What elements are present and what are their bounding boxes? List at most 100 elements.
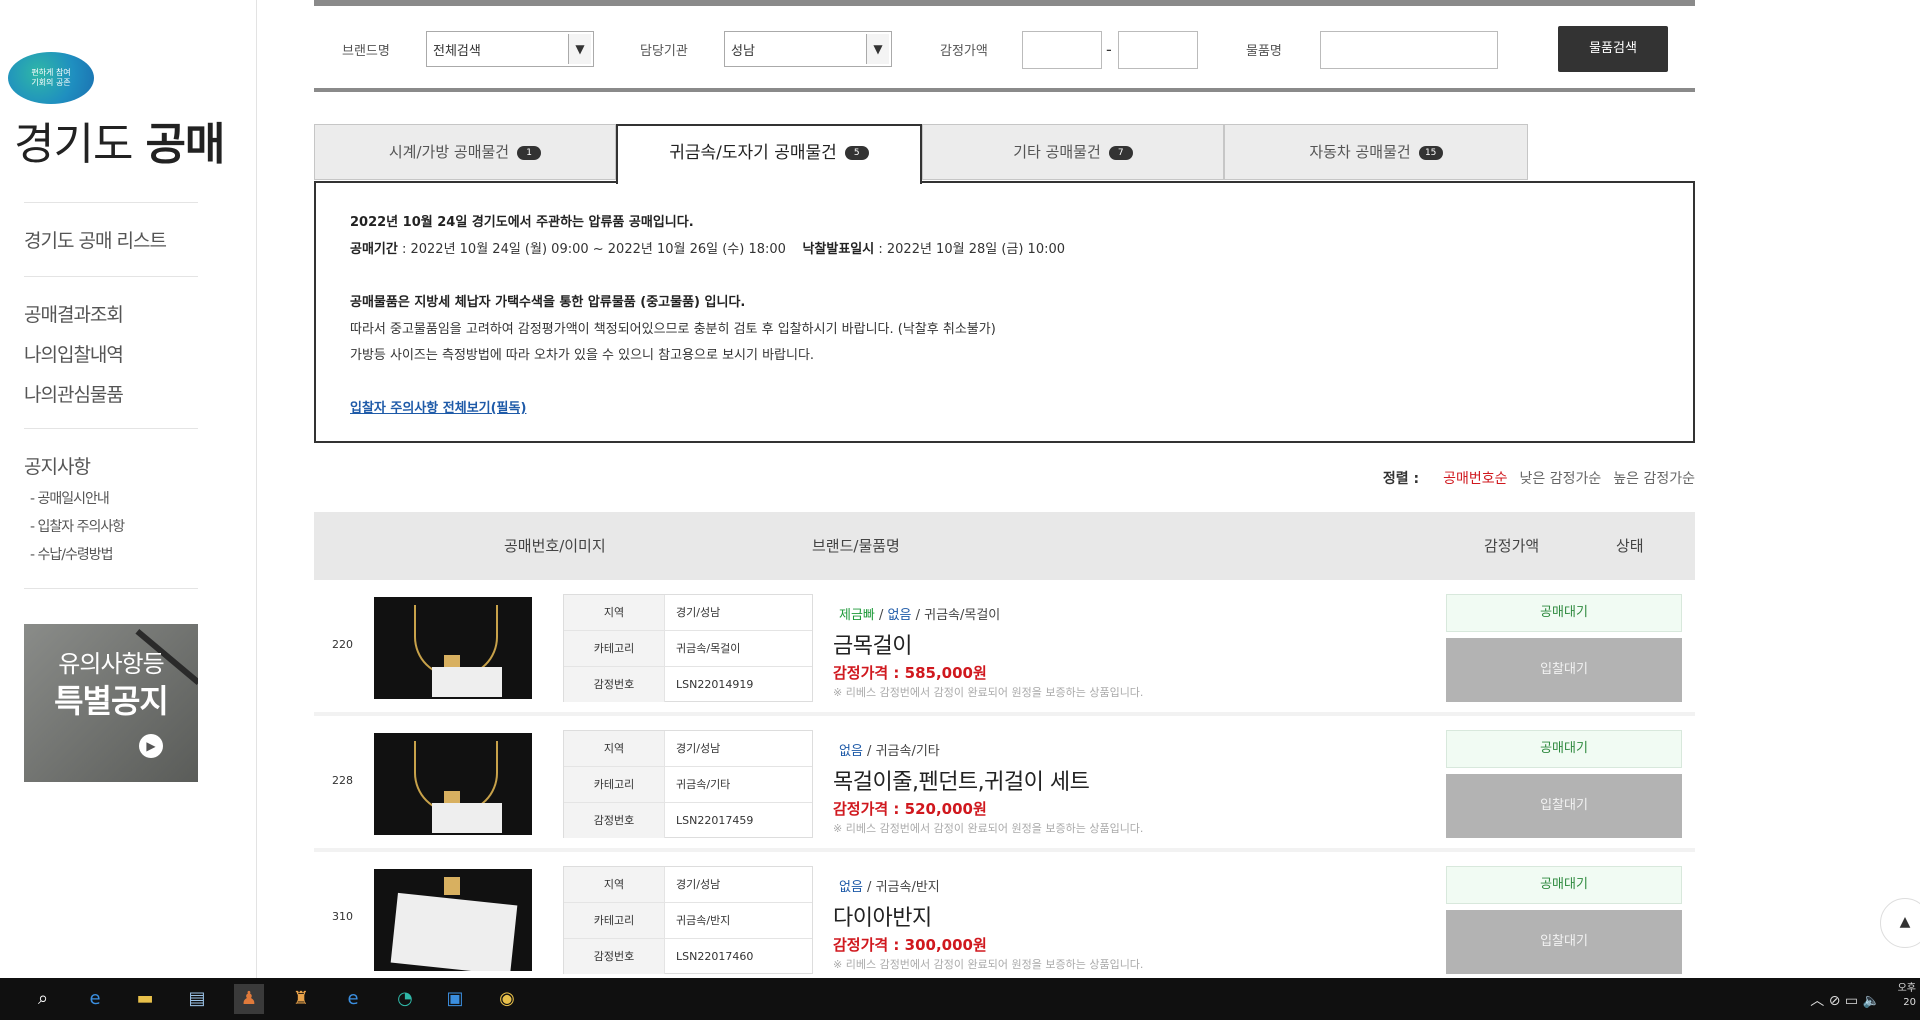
agency-label: 담당기관 bbox=[640, 44, 688, 59]
play-icon[interactable]: ▶ bbox=[139, 734, 163, 758]
cat-rest: / 귀금속/기타 bbox=[862, 744, 940, 759]
search-button[interactable]: 물품검색 bbox=[1558, 26, 1668, 72]
sort-options: 정렬 : 공매번호순 낮은 감정가순 높은 감정가순 bbox=[1383, 468, 1695, 488]
sidebar-item-auction-list[interactable]: 경기도 공매 리스트 bbox=[24, 226, 167, 253]
internet-explorer-icon[interactable]: e bbox=[80, 984, 110, 1014]
windows-taskbar: ⌕ e ▬ ▤ ♟ ♜ e ◔ ▣ ◉ ︿ ⊘ ▭ 🔈 오후 20 bbox=[0, 978, 1920, 1020]
auction-number: 228 bbox=[332, 774, 353, 787]
cat-rest: / 귀금속/목걸이 bbox=[911, 608, 1001, 623]
appraisal-no-value: LSN22014919 bbox=[676, 678, 754, 691]
category-label: 카테고리 bbox=[564, 903, 665, 938]
item-thumbnail[interactable] bbox=[374, 869, 532, 971]
region-label: 지역 bbox=[564, 595, 665, 630]
badge-line-2: 기회의 공존 bbox=[31, 78, 71, 87]
region-label: 지역 bbox=[564, 731, 665, 766]
sidebar-item-results[interactable]: 공매결과조회 bbox=[24, 300, 124, 327]
sidebar-sub-schedule[interactable]: - 공매일시안내 bbox=[30, 488, 110, 508]
divider bbox=[24, 588, 198, 589]
internet-explorer-icon[interactable]: e bbox=[338, 984, 368, 1014]
price-to-input[interactable] bbox=[1118, 31, 1198, 69]
chrome-icon[interactable]: ◉ bbox=[492, 984, 522, 1014]
sort-by-high-price[interactable]: 높은 감정가순 bbox=[1613, 471, 1695, 487]
category-value: 귀금속/반지 bbox=[676, 914, 731, 927]
cat-rest: / 귀금속/반지 bbox=[862, 880, 940, 895]
table-row[interactable]: 228 지역 경기/성남 카테고리 귀금속/기타 감정번호 LSN22017459 없… bbox=[314, 718, 1695, 852]
tab-watch-bag[interactable]: 시계/가방 공매물건 1 bbox=[314, 124, 616, 180]
status-badge: 공매대기 bbox=[1446, 866, 1682, 904]
tab-count-badge: 15 bbox=[1418, 145, 1443, 160]
item-title[interactable]: 금목걸이 bbox=[833, 628, 912, 660]
site-logo[interactable]: 경기도 공매 bbox=[14, 108, 225, 172]
tab-vehicle[interactable]: 자동차 공매물건 15 bbox=[1224, 124, 1528, 180]
sort-by-number[interactable]: 공매번호순 bbox=[1443, 471, 1507, 487]
system-tray[interactable]: ︿ ⊘ ▭ 🔈 bbox=[1810, 990, 1880, 1010]
divider bbox=[24, 202, 198, 203]
appraisal-no-value: LSN22017460 bbox=[676, 950, 754, 963]
appraisal-no-value: LSN22017459 bbox=[676, 814, 754, 827]
cat-brand: 없음 bbox=[839, 880, 863, 895]
item-thumbnail[interactable] bbox=[374, 597, 532, 699]
sidebar-item-my-bids[interactable]: 나의입찰내역 bbox=[24, 340, 124, 367]
item-title[interactable]: 다이아반지 bbox=[833, 900, 932, 932]
tab-count-badge: 7 bbox=[1108, 145, 1133, 160]
divider bbox=[24, 276, 198, 277]
item-name-label: 물품명 bbox=[1246, 44, 1282, 59]
period-label: 공매기간 bbox=[350, 242, 398, 257]
banner-line-1: 유의사항등 bbox=[58, 650, 164, 678]
item-name-input[interactable] bbox=[1320, 31, 1498, 69]
auction-number: 220 bbox=[332, 638, 353, 651]
brand-label: 브랜드명 bbox=[342, 44, 390, 59]
app-icon[interactable]: ♟ bbox=[234, 984, 264, 1014]
region-value: 경기/성남 bbox=[676, 606, 721, 619]
logo-badge-icon[interactable]: 편하게 참여 기회의 공존 bbox=[8, 52, 94, 104]
app-icon[interactable]: ▣ bbox=[440, 984, 470, 1014]
sort-label: 정렬 : bbox=[1382, 471, 1420, 487]
tab-count-badge: 5 bbox=[844, 146, 869, 160]
chevron-down-icon[interactable]: ▼ bbox=[866, 34, 889, 64]
notice-line: 공매물품은 지방세 체납자 가택수색을 통한 압류물품 (중고물품) 입니다. bbox=[350, 291, 745, 310]
category-label: 카테고리 bbox=[564, 767, 665, 802]
chevron-down-icon[interactable]: ▼ bbox=[568, 34, 591, 64]
header-appraisal-price: 감정가액 bbox=[1484, 537, 1540, 555]
sort-by-low-price[interactable]: 낮은 감정가순 bbox=[1520, 471, 1602, 487]
item-note: ※ 리베스 감정번에서 감정이 완료되어 원정을 보증하는 상품입니다. bbox=[833, 686, 1144, 699]
agency-select[interactable]: 성남 ▼ bbox=[724, 31, 892, 67]
sidebar-sub-bidder-cautions[interactable]: - 입찰자 주의사항 bbox=[30, 516, 125, 536]
edge-icon[interactable]: ◔ bbox=[390, 984, 420, 1014]
scroll-top-icon[interactable]: ▲ bbox=[1880, 898, 1920, 948]
sidebar-item-notices[interactable]: 공지사항 bbox=[24, 452, 91, 479]
bidder-cautions-link[interactable]: 입찰자 주의사항 전체보기(필독) bbox=[350, 397, 526, 416]
item-price: 감정가격 : 300,000원 bbox=[833, 936, 987, 954]
auction-notice-box: 2022년 10월 24일 경기도에서 주관하는 압류품 공매입니다. 공매기간… bbox=[314, 181, 1695, 443]
sidebar-item-my-favorites[interactable]: 나의관심물품 bbox=[24, 380, 124, 407]
clock[interactable]: 오후 20 bbox=[1898, 982, 1916, 1010]
item-info-table: 지역 경기/성남 카테고리 귀금속/기타 감정번호 LSN22017459 bbox=[563, 730, 813, 838]
tab-jewelry-ceramics[interactable]: 귀금속/도자기 공매물건 5 bbox=[616, 124, 922, 184]
sidebar: 편하게 참여 기회의 공존 경기도 공매 경기도 공매 리스트 공매결과조회 나… bbox=[0, 0, 257, 978]
search-icon[interactable]: ⌕ bbox=[28, 984, 58, 1014]
brand-select[interactable]: 전체검색 ▼ bbox=[426, 31, 594, 67]
sidebar-sub-payment[interactable]: - 수납/수령방법 bbox=[30, 544, 113, 564]
logo-prefix: 경기도 bbox=[14, 119, 146, 170]
bid-button[interactable]: 입찰대기 bbox=[1446, 638, 1682, 702]
item-note: ※ 리베스 감정번에서 감정이 완료되어 원정을 보증하는 상품입니다. bbox=[833, 958, 1144, 971]
tab-other[interactable]: 기타 공매물건 7 bbox=[922, 124, 1224, 180]
table-row[interactable]: 220 지역 경기/성남 카테고리 귀금속/목걸이 감정번호 LSN22014919 … bbox=[314, 582, 1695, 716]
header-brand-item: 브랜드/물품명 bbox=[812, 537, 900, 555]
item-thumbnail[interactable] bbox=[374, 733, 532, 835]
region-value: 경기/성남 bbox=[676, 878, 721, 891]
file-explorer-icon[interactable]: ▬ bbox=[130, 984, 160, 1014]
brand-select-value: 전체검색 bbox=[433, 44, 481, 59]
bid-button[interactable]: 입찰대기 bbox=[1446, 910, 1682, 974]
item-title[interactable]: 목걸이줄,펜던트,귀걸이 세트 bbox=[833, 764, 1090, 796]
notepad-icon[interactable]: ▤ bbox=[182, 984, 212, 1014]
item-note: ※ 리베스 감정번에서 감정이 완료되어 원정을 보증하는 상품입니다. bbox=[833, 822, 1144, 835]
special-notice-banner[interactable]: 유의사항등 특별공지 ▶ bbox=[24, 624, 198, 782]
bid-button[interactable]: 입찰대기 bbox=[1446, 774, 1682, 838]
table-row[interactable]: 310 지역 경기/성남 카테고리 귀금속/반지 감정번호 LSN22017460 없… bbox=[314, 854, 1695, 978]
price-from-input[interactable] bbox=[1022, 31, 1102, 69]
category-value: 귀금속/기타 bbox=[676, 778, 731, 791]
app-icon[interactable]: ♜ bbox=[286, 984, 316, 1014]
agency-select-value: 성남 bbox=[731, 44, 755, 59]
notice-period-line: 공매기간 : 2022년 10월 24일 (월) 09:00 ~ 2022년 1… bbox=[350, 238, 1065, 257]
